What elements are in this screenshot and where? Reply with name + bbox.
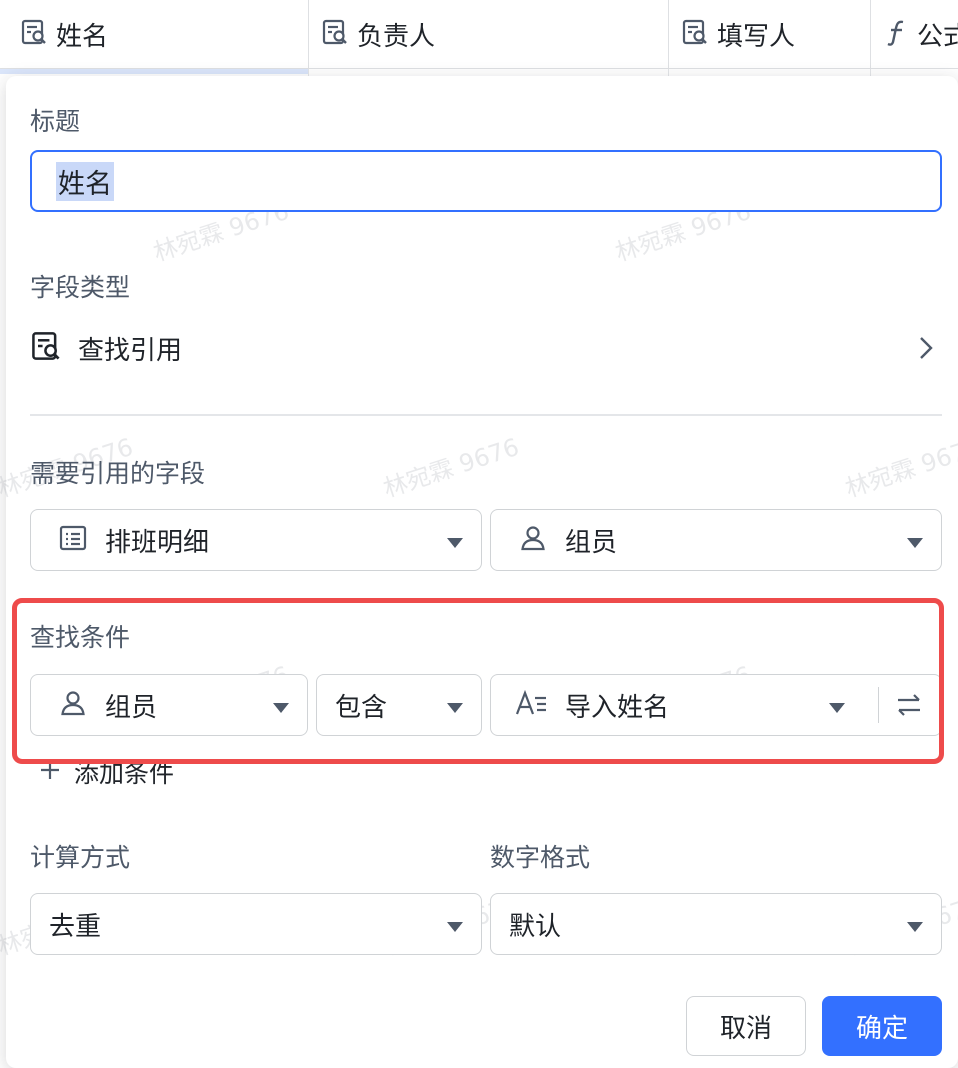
user-icon [519, 524, 547, 556]
calc-select[interactable]: 去重 [30, 893, 482, 955]
chevron-right-icon [918, 335, 934, 365]
ref-field-value: 组员 [565, 527, 618, 558]
ref-field-label: 需要引用的字段 [30, 459, 206, 488]
ref-field-select[interactable]: 组员 [490, 509, 942, 571]
column-header-label: 公式 [917, 21, 958, 52]
lookup-icon [681, 18, 709, 50]
title-label: 标题 [30, 107, 81, 136]
caret-down-icon [447, 538, 463, 548]
column-header-formula[interactable]: 公式 [871, 0, 958, 68]
ref-table-value: 排班明细 [105, 527, 210, 558]
table-header: 姓名 负责人 填写人 公式 [0, 0, 958, 69]
calc-value: 去重 [49, 911, 102, 942]
confirm-button[interactable]: 确定 [822, 996, 942, 1056]
number-format-label: 数字格式 [490, 843, 591, 872]
lookup-icon [321, 18, 349, 50]
calc-label: 计算方式 [30, 843, 131, 872]
title-input[interactable]: 姓名 [30, 150, 942, 212]
table-icon [59, 524, 87, 556]
column-header-filler[interactable]: 填写人 [669, 0, 871, 68]
cancel-button[interactable]: 取消 [686, 996, 806, 1056]
caret-down-icon [907, 922, 923, 932]
caret-down-icon [907, 538, 923, 548]
caret-down-icon [447, 922, 463, 932]
column-header-label: 负责人 [357, 21, 436, 52]
column-header-owner[interactable]: 负责人 [309, 0, 669, 68]
divider [30, 414, 942, 416]
lookup-icon [30, 330, 62, 366]
number-format-value: 默认 [509, 911, 562, 942]
field-type-value: 查找引用 [78, 335, 183, 366]
column-header-label: 填写人 [717, 21, 796, 52]
highlight-box [12, 598, 944, 764]
column-header-label: 姓名 [56, 21, 109, 52]
column-header-name[interactable]: 姓名 [0, 0, 309, 68]
lookup-icon [20, 18, 48, 50]
ref-table-select[interactable]: 排班明细 [30, 509, 482, 571]
title-input-value: 姓名 [56, 161, 114, 201]
formula-icon [885, 18, 909, 50]
field-type-selector[interactable]: 查找引用 [30, 322, 942, 374]
field-type-label: 字段类型 [30, 273, 131, 302]
number-format-select[interactable]: 默认 [490, 893, 942, 955]
